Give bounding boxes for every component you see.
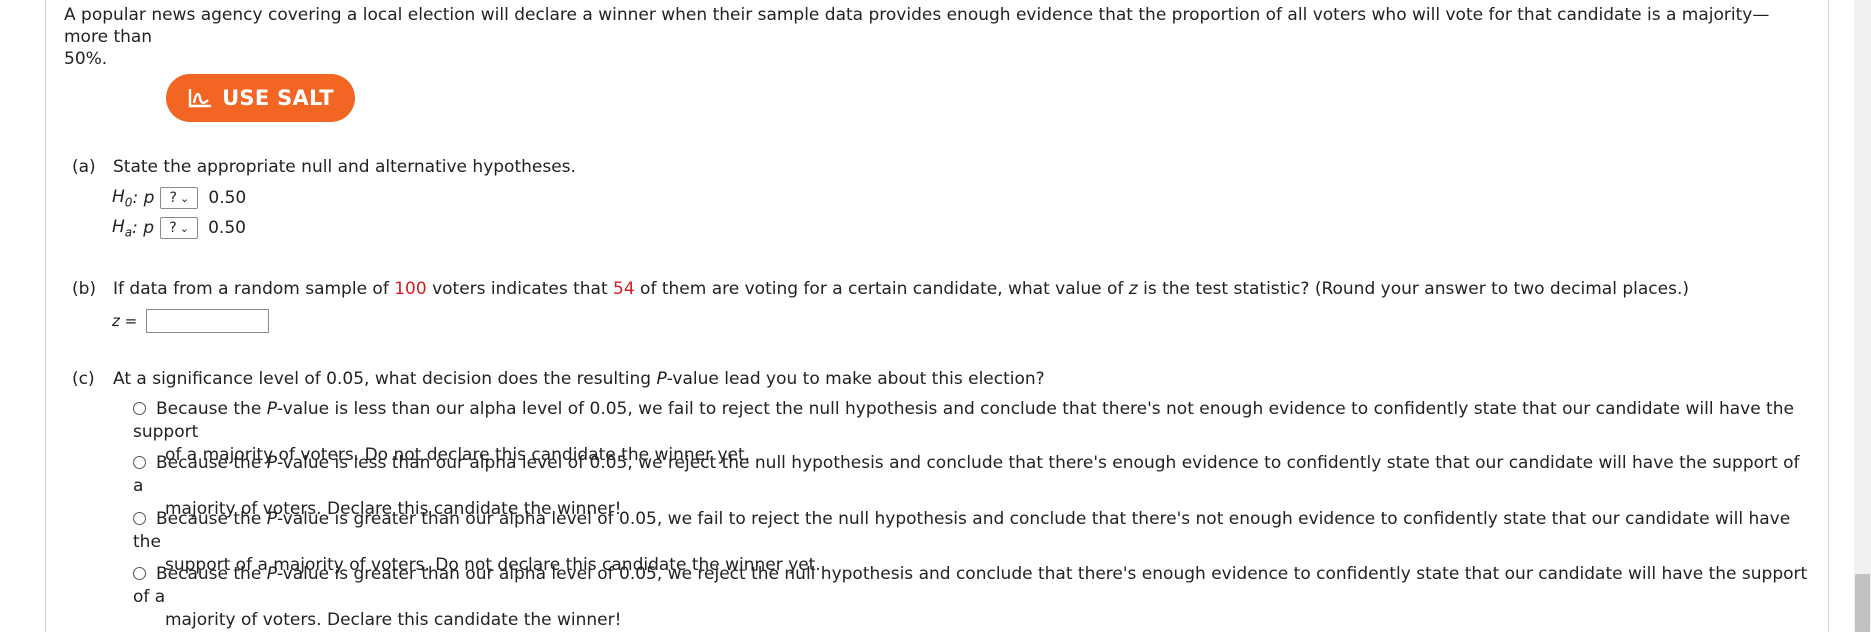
part-a-label: (a): [72, 157, 96, 177]
option-text: Because the P-value is less than our alp…: [133, 453, 1800, 496]
intro-text: A popular news agency covering a local e…: [64, 4, 1804, 70]
part-b-question: If data from a random sample of 100 vote…: [113, 279, 1689, 299]
null-hypothesis-row: H0 : p ? ⌄ 0.50: [112, 186, 246, 210]
alt-hypothesis-row: Ha : p ? ⌄ 0.50: [112, 216, 246, 240]
intro-line-2: 50%.: [64, 49, 108, 69]
option-text-cont: majority of voters. Declare this candida…: [165, 610, 622, 630]
z-answer-row: z =: [112, 309, 270, 333]
h0-symbol: H0: [112, 186, 133, 210]
chevron-down-icon: ⌄: [179, 221, 189, 235]
option-text: Because the P-value is greater than our …: [133, 564, 1808, 607]
radio-button[interactable]: [133, 456, 146, 469]
decision-option-4[interactable]: Because the P-value is greater than our …: [133, 563, 1813, 632]
part-c-label: (c): [72, 369, 95, 389]
h0-variable: : p: [132, 188, 155, 208]
z-label: z =: [112, 312, 138, 330]
ha-value: 0.50: [208, 218, 246, 238]
h0-relation-select[interactable]: ? ⌄: [160, 187, 199, 209]
success-count-value: 54: [613, 279, 635, 299]
scrollbar-thumb[interactable]: [1855, 574, 1870, 632]
salt-chart-icon: [188, 89, 212, 108]
option-text: Because the P-value is greater than our …: [133, 509, 1791, 552]
vertical-scrollbar[interactable]: [1854, 0, 1871, 632]
part-a-question: State the appropriate null and alternati…: [113, 157, 576, 177]
ha-relation-select[interactable]: ? ⌄: [160, 217, 199, 239]
part-c-question: At a significance level of 0.05, what de…: [113, 369, 1045, 389]
part-b-label: (b): [72, 279, 97, 299]
sample-size-value: 100: [394, 279, 427, 299]
ha-symbol: Ha: [112, 216, 133, 240]
h0-value: 0.50: [208, 188, 247, 208]
z-answer-input[interactable]: [146, 309, 270, 333]
radio-button[interactable]: [133, 402, 146, 415]
ha-variable: : p: [132, 218, 155, 238]
intro-line-1: A popular news agency covering a local e…: [64, 5, 1770, 47]
radio-button[interactable]: [133, 512, 146, 525]
use-salt-label: USE SALT: [222, 86, 334, 110]
page: A popular news agency covering a local e…: [0, 0, 1871, 632]
option-text: Because the P-value is less than our alp…: [133, 399, 1794, 442]
use-salt-button[interactable]: USE SALT: [166, 74, 355, 122]
chevron-down-icon: ⌄: [179, 191, 190, 205]
radio-button[interactable]: [133, 567, 146, 580]
